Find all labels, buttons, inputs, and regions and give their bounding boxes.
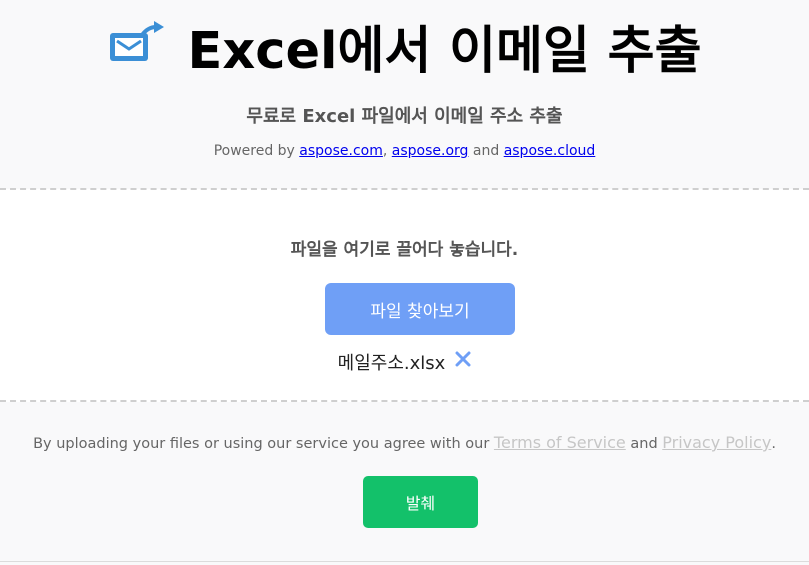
drop-instruction: 파일을 여기로 끌어다 놓습니다. (290, 240, 519, 260)
bottom-border (0, 561, 809, 562)
divider-top (0, 188, 809, 190)
terms-and: and (625, 436, 663, 452)
divider-bottom (0, 400, 809, 402)
selected-file: 메일주소.xlsx (0, 349, 809, 375)
close-icon[interactable] (455, 351, 471, 367)
privacy-policy-link[interactable]: Privacy Policy (662, 433, 771, 452)
title-row: Excel에서 이메일 추출 (0, 6, 809, 86)
terms-suffix: . (771, 436, 776, 452)
link-aspose-cloud[interactable]: aspose.cloud (504, 143, 596, 159)
terms-of-service-link[interactable]: Terms of Service (494, 433, 626, 452)
terms-notice: By uploading your files or using our ser… (0, 433, 809, 452)
powered-by: Powered by aspose.com, aspose.org and as… (0, 143, 809, 159)
page-subtitle: 무료로 Excel 파일에서 이메일 주소 추출 (246, 106, 563, 127)
and-label: and (468, 143, 504, 159)
file-name: 메일주소.xlsx (337, 353, 446, 374)
browse-files-button[interactable]: 파일 찾아보기 (325, 283, 515, 335)
powered-by-label: Powered by (213, 143, 300, 159)
page-title: Excel에서 이메일 추출 (187, 22, 702, 81)
link-aspose-com[interactable]: aspose.com (299, 143, 383, 159)
terms-prefix: By uploading your files or using our ser… (33, 436, 494, 452)
link-aspose-org[interactable]: aspose.org (392, 143, 469, 159)
extract-button[interactable]: 발췌 (363, 476, 478, 528)
link-separator: , (382, 143, 392, 159)
email-export-icon (109, 21, 164, 61)
